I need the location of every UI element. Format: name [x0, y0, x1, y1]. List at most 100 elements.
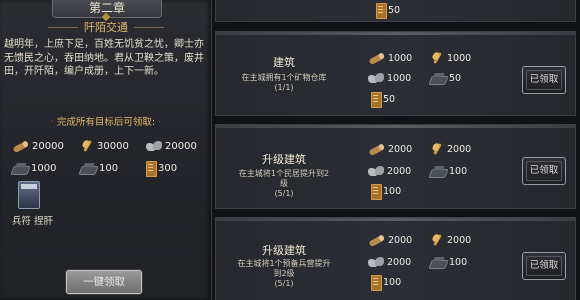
chapter-reward-grain: 30000: [80, 137, 129, 155]
grain-icon: [430, 233, 444, 247]
task-reward-value: 2000: [388, 143, 413, 155]
task-reward: 100: [371, 183, 402, 200]
subtitle-divider-right: [134, 27, 164, 28]
task-card: 50: [215, 0, 576, 22]
wood-icon: [368, 53, 385, 64]
task-description: 在主城将1个民居提升到2级 (5/1): [236, 169, 332, 199]
task-reward: 1000: [430, 50, 471, 66]
task-reward: 2000: [368, 232, 412, 248]
iron-icon: [430, 166, 446, 177]
task-reward: 50: [371, 91, 396, 108]
task-reward-value: 2000: [388, 234, 413, 246]
task-description: 在主城拥有1个矿物仓库 (1/1): [236, 73, 332, 93]
task-reward-value: 1000: [388, 52, 413, 64]
task-card: 升级建筑 在主城将1个民居提升到2级 (5/1) 2000 2000 2000 …: [215, 124, 576, 209]
wood-icon: [12, 141, 29, 152]
chapter-reward-heading: · 完成所有目标后可领取: ·: [14, 116, 198, 130]
chapter-story-text: 越明年，上庶下足，百姓无饥贫之忧，卿士亦无馈民之心，吞田纳地。君从卫鞅之策，废井…: [4, 39, 204, 77]
task-reward-value: 1000: [447, 52, 472, 64]
task-reward: 2000: [368, 141, 412, 157]
reward-value: 20000: [165, 140, 197, 152]
chapter-reward-token: 300: [146, 159, 177, 177]
task-reward-value: 2000: [387, 256, 412, 268]
task-reward-value: 2000: [447, 143, 472, 155]
chapter-reward-wood: 20000: [12, 137, 64, 155]
task-reward: 100: [371, 274, 402, 291]
task-card: 升级建筑 在主城将1个预备兵营提升到2级 (5/1) 2000 2000 200…: [215, 217, 576, 300]
reward-value: 30000: [97, 140, 129, 152]
task-reward-value: 50: [449, 72, 462, 84]
task-reward: 2000: [430, 232, 471, 248]
grain-icon: [430, 51, 444, 65]
task-card-edge: [216, 218, 575, 221]
task-reward-value: 50: [383, 93, 396, 105]
task-reward: 2000: [368, 254, 411, 270]
task-reward: 100: [430, 254, 467, 270]
grain-icon: [80, 139, 94, 153]
task-list[interactable]: 50 建筑 在主城拥有1个矿物仓库 (1/1) 1000 1000 1000 5…: [212, 0, 580, 300]
iron-icon: [12, 163, 28, 174]
task-claimed-button[interactable]: 已领取: [522, 66, 566, 94]
heading-dot-right: ·: [155, 117, 162, 128]
stone-icon: [368, 165, 384, 177]
task-progress: (5/1): [274, 279, 294, 288]
stone-icon: [146, 140, 162, 152]
task-reward-value: 100: [449, 165, 468, 177]
card-badge: [21, 184, 37, 189]
token-icon: [371, 184, 382, 200]
task-desc-text: 在主城将1个预备兵营提升到2级: [237, 259, 331, 278]
iron-icon: [430, 73, 446, 84]
task-reward: 2000: [368, 163, 411, 179]
task-reward-value: 2000: [447, 234, 472, 246]
chapter-reward-title: 完成所有目标后可领取:: [56, 117, 156, 128]
task-description: 在主城将1个预备兵营提升到2级 (5/1): [236, 259, 332, 289]
task-reward-value: 100: [449, 256, 468, 268]
task-reward: 50: [376, 2, 401, 19]
claim-all-button[interactable]: 一键领取: [66, 270, 142, 294]
task-desc-text: 在主城将1个民居提升到2级: [238, 169, 330, 188]
task-desc-text: 在主城拥有1个矿物仓库: [241, 73, 327, 82]
task-reward-value: 1000: [387, 72, 412, 84]
task-card-edge: [216, 125, 575, 128]
wood-icon: [368, 235, 385, 246]
wood-icon: [368, 144, 385, 155]
token-icon: [146, 161, 157, 177]
stone-icon: [368, 256, 384, 268]
task-title: 建筑: [273, 56, 295, 69]
task-card-edge: [216, 32, 575, 35]
task-title: 升级建筑: [262, 153, 306, 166]
token-icon: [376, 3, 387, 19]
task-reward-value: 2000: [387, 165, 412, 177]
task-reward: 50: [430, 70, 461, 86]
chapter-reward-iron: 1000: [12, 159, 56, 177]
general-card-name: 兵符 捏肝: [12, 216, 54, 227]
grain-icon: [430, 142, 444, 156]
task-progress: (5/1): [274, 189, 294, 198]
reward-value: 100: [99, 162, 119, 174]
task-progress: (1/1): [274, 83, 294, 92]
task-reward-value: 100: [383, 276, 402, 288]
task-reward-value: 50: [388, 4, 401, 16]
chapter-reward-iron-2: 100: [80, 159, 118, 177]
general-card-item[interactable]: [18, 181, 40, 209]
reward-value: 1000: [31, 162, 57, 174]
chapter-panel: 第二章 阡陌交通 越明年，上庶下足，百姓无饥贫之忧，卿士亦无馈民之心，吞田纳地。…: [0, 0, 212, 300]
task-reward-value: 100: [383, 185, 402, 197]
stone-icon: [368, 72, 384, 84]
task-card: 建筑 在主城拥有1个矿物仓库 (1/1) 1000 1000 1000 50 5…: [215, 31, 576, 116]
task-reward: 1000: [368, 50, 412, 66]
token-icon: [371, 92, 382, 108]
task-reward: 1000: [368, 70, 411, 86]
task-reward: 2000: [430, 141, 471, 157]
chapter-reward-stone: 20000: [146, 137, 197, 155]
reward-value: 20000: [32, 140, 64, 152]
task-claimed-button[interactable]: 已领取: [522, 157, 566, 185]
iron-icon: [430, 257, 446, 268]
iron-icon: [80, 163, 96, 174]
chapter-subtitle: 阡陌交通: [84, 21, 128, 34]
reward-value: 300: [158, 162, 178, 174]
task-claimed-button[interactable]: 已领取: [522, 252, 566, 280]
task-title: 升级建筑: [262, 244, 306, 257]
token-icon: [371, 275, 382, 291]
task-reward: 100: [430, 163, 467, 179]
